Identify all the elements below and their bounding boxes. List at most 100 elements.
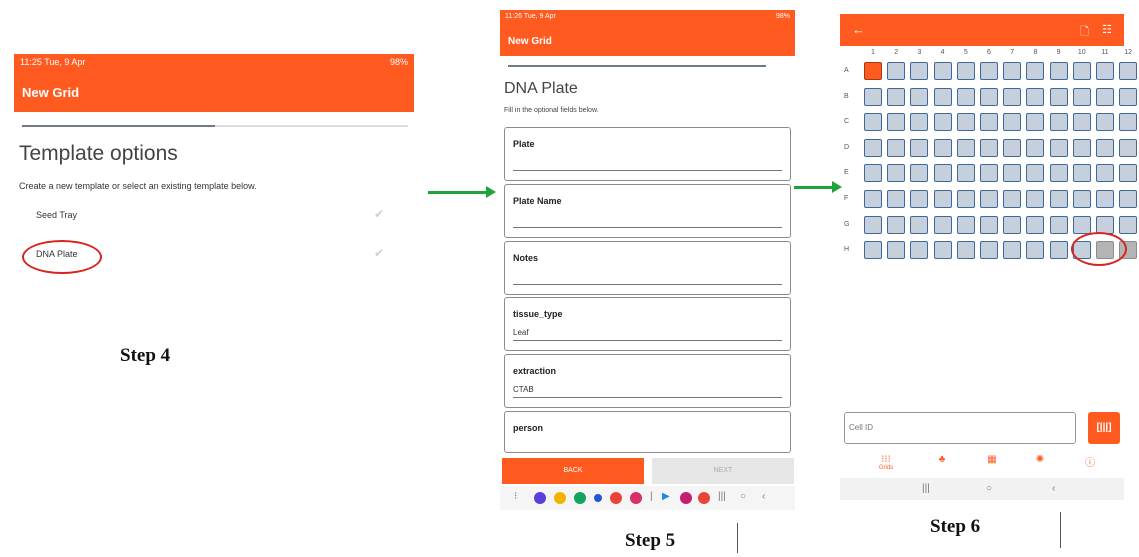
grid-cell[interactable] <box>980 215 998 234</box>
grid-cell[interactable] <box>1049 190 1068 208</box>
app-icon[interactable] <box>680 492 692 504</box>
cell-id-field[interactable] <box>844 412 1076 444</box>
grid-cell[interactable] <box>1119 113 1138 132</box>
app-icon[interactable] <box>594 494 602 502</box>
back-button[interactable]: BACK <box>502 458 644 484</box>
grid-cell[interactable] <box>1119 87 1138 106</box>
document-icon[interactable]: 🗋 <box>1080 23 1089 42</box>
grid-cell[interactable] <box>1119 215 1138 234</box>
grid-cell[interactable] <box>980 138 998 157</box>
cell-id-input[interactable] <box>849 423 1049 432</box>
grid-cell[interactable] <box>1072 87 1091 106</box>
grid-cell[interactable] <box>887 87 906 106</box>
grid-cell[interactable] <box>910 164 929 183</box>
grid-cell[interactable] <box>1072 138 1091 157</box>
grid-cell[interactable] <box>956 87 975 106</box>
grid-cell[interactable] <box>1049 164 1068 183</box>
recents-icon[interactable]: ||| <box>718 491 726 502</box>
grid-cell[interactable] <box>980 113 998 132</box>
grid-cell[interactable] <box>1119 164 1138 183</box>
template-option-seed-tray[interactable]: Seed Tray <box>36 210 77 220</box>
grid-cell[interactable] <box>864 87 882 106</box>
grid-cell[interactable] <box>980 62 998 80</box>
app-icon[interactable] <box>698 492 710 504</box>
nav-grids[interactable]: ⁝⁝⁝ Grids <box>866 454 906 471</box>
grid-cell[interactable] <box>1119 62 1138 80</box>
grid-cell[interactable] <box>933 190 952 208</box>
grid-cell[interactable] <box>910 241 929 260</box>
grid-cell[interactable] <box>1003 87 1022 106</box>
barcode-scan-button[interactable]: [|||] <box>1088 412 1120 444</box>
app-icon[interactable] <box>534 492 546 504</box>
nav-settings[interactable]: ✺ <box>1020 454 1060 465</box>
grid-cell[interactable] <box>1026 87 1045 106</box>
grid-cell[interactable] <box>956 215 975 234</box>
grid-cell[interactable] <box>1003 164 1022 183</box>
grid-cell[interactable] <box>1049 215 1068 234</box>
grid-cell[interactable] <box>1049 138 1068 157</box>
grid-cell[interactable] <box>910 113 929 132</box>
nav-tree[interactable]: ♣ <box>922 454 962 465</box>
grid-cell[interactable] <box>980 190 998 208</box>
notes-field[interactable]: Notes <box>504 241 791 295</box>
grid-cell[interactable] <box>1072 164 1091 183</box>
grid-cell[interactable] <box>933 87 952 106</box>
grid-cell[interactable] <box>864 215 882 234</box>
grid-cell[interactable] <box>956 62 975 80</box>
grid-cell[interactable] <box>887 241 906 260</box>
grid-cell[interactable] <box>887 215 906 234</box>
grid-cell[interactable] <box>980 87 998 106</box>
grid-cell[interactable] <box>1096 164 1114 183</box>
grid-cell[interactable] <box>1026 113 1045 132</box>
grid-cell[interactable] <box>1026 138 1045 157</box>
app-icon[interactable] <box>610 492 622 504</box>
grid-cell[interactable] <box>933 164 952 183</box>
plate-field[interactable]: Plate <box>504 127 791 181</box>
grid-cell[interactable] <box>1119 190 1138 208</box>
grid-cell[interactable] <box>1026 241 1045 260</box>
grid-cell[interactable] <box>1096 62 1114 80</box>
grid-cell[interactable] <box>910 62 929 80</box>
grid-cell[interactable] <box>1072 62 1091 80</box>
grid-cell[interactable] <box>1026 164 1045 183</box>
grid-cell[interactable] <box>864 62 882 80</box>
nav-storage[interactable]: ▦ <box>972 454 1012 465</box>
grid-cell[interactable] <box>956 138 975 157</box>
plate-name-field[interactable]: Plate Name <box>504 184 791 238</box>
nav-info[interactable]: ⓘ <box>1070 454 1110 469</box>
apps-icon[interactable]: ⁝ <box>514 491 517 502</box>
grid-cell[interactable] <box>956 113 975 132</box>
grid-cell[interactable] <box>1119 138 1138 157</box>
grid-cell[interactable] <box>887 62 906 80</box>
grid-cell[interactable] <box>887 138 906 157</box>
grid-cell[interactable] <box>864 241 882 260</box>
grid-cell[interactable] <box>1072 190 1091 208</box>
home-icon[interactable]: ○ <box>986 483 992 494</box>
grid-cell[interactable] <box>1096 190 1114 208</box>
app-icon[interactable] <box>554 492 566 504</box>
grid-cell[interactable] <box>1026 62 1045 80</box>
grid-cell[interactable] <box>1096 113 1114 132</box>
grid-cell[interactable] <box>1049 87 1068 106</box>
list-settings-icon[interactable]: ☷ <box>1102 23 1112 36</box>
grid-cell[interactable] <box>933 241 952 260</box>
grid-cell[interactable] <box>956 241 975 260</box>
grid-cell[interactable] <box>1096 87 1114 106</box>
grid-cell[interactable] <box>1003 241 1022 260</box>
grid-cell[interactable] <box>1026 190 1045 208</box>
extraction-field[interactable]: extraction CTAB <box>504 354 791 408</box>
tissue-type-field[interactable]: tissue_type Leaf <box>504 297 791 351</box>
grid-cell[interactable] <box>933 113 952 132</box>
back-nav-icon[interactable]: ‹ <box>1052 483 1055 494</box>
grid-cell[interactable] <box>1003 113 1022 132</box>
grid-cell[interactable] <box>864 138 882 157</box>
grid-cell[interactable] <box>1026 215 1045 234</box>
recents-icon[interactable]: ||| <box>922 483 930 494</box>
app-icon[interactable] <box>574 492 586 504</box>
grid-cell[interactable] <box>1003 190 1022 208</box>
person-field[interactable]: person <box>504 411 791 453</box>
grid-cell[interactable] <box>910 190 929 208</box>
grid-cell[interactable] <box>1096 138 1114 157</box>
grid-cell[interactable] <box>864 164 882 183</box>
grid-cell[interactable] <box>1072 215 1091 234</box>
